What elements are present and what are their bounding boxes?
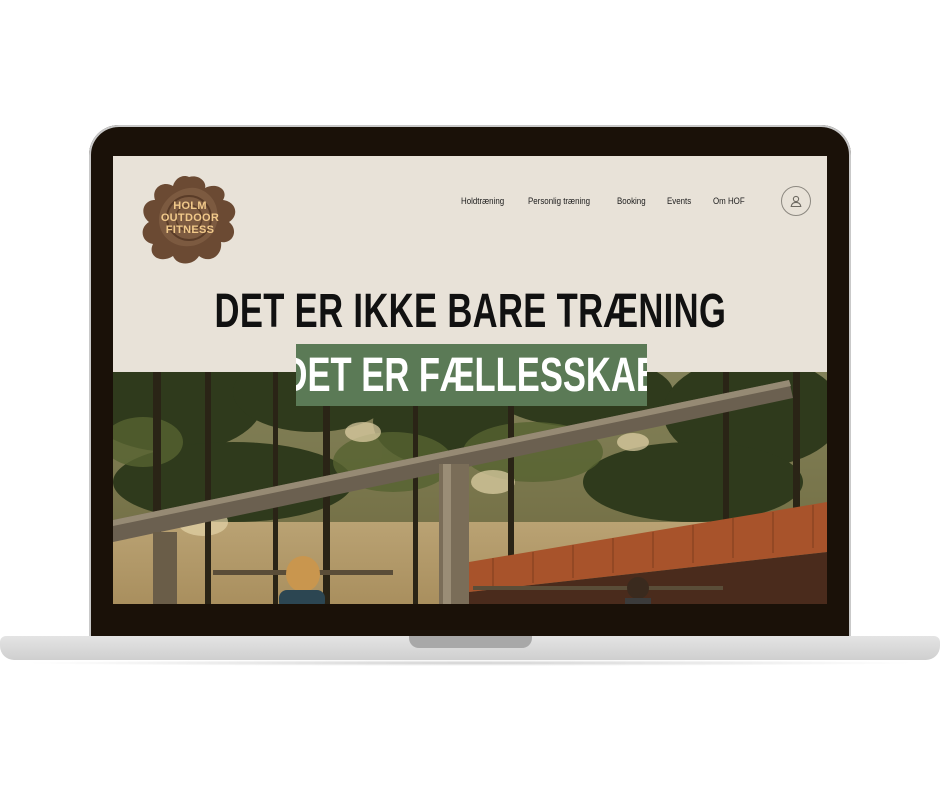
hero-headline: DET ER IKKE BARE TRÆNING bbox=[113, 284, 827, 339]
logo-line-1: HOLM bbox=[173, 200, 207, 212]
user-account-button[interactable] bbox=[781, 186, 811, 216]
laptop-notch bbox=[409, 636, 532, 648]
forest-scene-image bbox=[113, 372, 827, 604]
user-icon bbox=[790, 195, 802, 208]
nav-item-om-hof[interactable]: Om HOF bbox=[713, 196, 745, 206]
nav-item-booking[interactable]: Booking bbox=[617, 196, 646, 206]
nav-item-personlig-traening[interactable]: Personlig træning bbox=[528, 196, 590, 206]
website-screen: HOLM OUTDOOR FITNESS Holdtræning Personl… bbox=[113, 156, 827, 604]
logo-line-2: OUTDOOR bbox=[160, 212, 220, 224]
main-nav: Holdtræning Personlig træning Booking Ev… bbox=[461, 196, 749, 206]
hero-subheadline-text: DET ER FÆLLESSKAB bbox=[296, 348, 647, 402]
holm-outdoor-fitness-logo[interactable]: HOLM OUTDOOR FITNESS bbox=[139, 174, 241, 266]
nav-item-events[interactable]: Events bbox=[667, 196, 691, 206]
hero-headline-text: DET ER IKKE BARE TRÆNING bbox=[214, 285, 726, 338]
hero-subheadline-banner: DET ER FÆLLESSKAB bbox=[296, 344, 647, 406]
logo-line-3: FITNESS bbox=[165, 224, 215, 236]
hero-photo bbox=[113, 372, 827, 604]
logo-wordmark: HOLM OUTDOOR FITNESS bbox=[139, 200, 241, 236]
nav-item-holdtraening[interactable]: Holdtræning bbox=[461, 196, 504, 206]
laptop-shadow bbox=[20, 660, 920, 666]
